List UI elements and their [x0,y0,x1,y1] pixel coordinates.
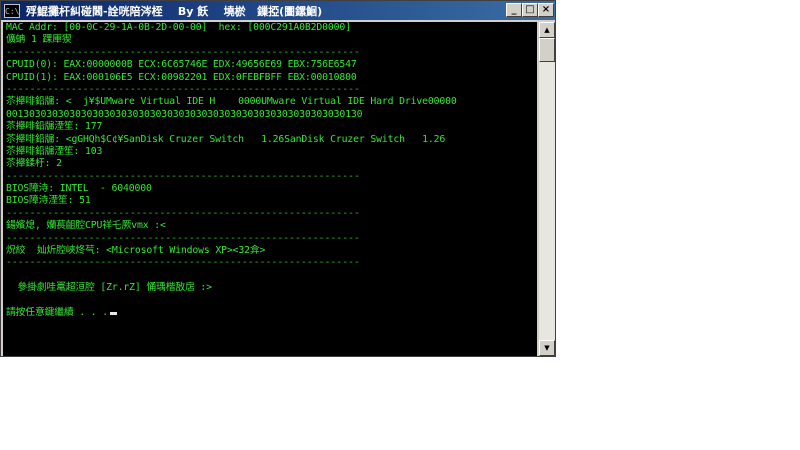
separator-line: ----------------------------------------… [6,257,360,269]
separator-line: ----------------------------------------… [6,232,360,244]
separator-line: ----------------------------------------… [6,46,360,58]
title-bar[interactable]: C:\ 殍鯤攤杆糾碰閪-詮咣陪涔桎 By 飫 墝棜 鏁掗(圕鏍鮰) _ □ × [1,1,555,20]
scroll-up-arrow-icon[interactable]: ▲ [539,22,555,38]
console-line: 鍚嬪熄, 孏萇齟腔CPU祥乇厥vmx :< [6,220,166,232]
press-any-key-prompt: 請按任意鍵繼續 . . . [6,306,109,318]
separator-line: ----------------------------------------… [6,170,360,182]
scrollbar-thumb[interactable] [539,38,555,62]
console-line: MAC Addr: [00-0C-29-1A-0B-2D-00-00] hex:… [6,22,351,33]
console-prompt-line: 請按任意鍵繼續 . . . [3,307,537,319]
close-button[interactable]: × [538,3,554,17]
maximize-button[interactable]: □ [522,3,538,17]
scroll-down-arrow-icon[interactable]: ▼ [539,340,555,356]
minimize-button[interactable]: _ [506,3,522,17]
separator-line: ----------------------------------------… [6,83,360,95]
console-line: 參掛劇哇鼍超洹腔 [Zr.rZ] 悀瑀楷敔扂 :> [6,282,212,294]
console-line: BIOS障洔湮笙: 51 [6,195,91,207]
console-line: 0013030303030303030303030303030303030303… [6,108,363,120]
console-line: 苶攑啡鉛牖湮笙: 177 [6,121,103,133]
console-line: 炾絞 奾炘腔峽炵芞: <Microsoft Windows XP><32弇> [6,245,266,257]
console-output[interactable]: MAC Addr: [00-0C-29-1A-0B-2D-00-00] hex:… [3,22,537,356]
console-line: 苶攑啡鉛牖: <gGHQh$C¢¥SanDisk Cruzer Switch 1… [6,133,446,145]
vertical-scrollbar[interactable]: ▲ ▼ [539,22,555,356]
console-line: CPUID(1): EAX:000106E5 ECX:00982201 EDX:… [6,71,357,83]
console-line: 苶攑啡鉛牖湮笙: 103 [6,145,103,157]
console-line: BIOS障洔: INTEL - 6040000 [6,183,152,195]
console-window: C:\ 殍鯤攤杆糾碰閪-詮咣陪涔桎 By 飫 墝棜 鏁掗(圕鏍鮰) _ □ × … [0,0,556,357]
console-line: 苶攑啡鉛牖: < j¥$UMware Virtual IDE H 0000UMw… [6,96,457,108]
console-line: 儣蚺 1 踝厙猰 [6,34,72,46]
console-line: 苶攑鍒杅: 2 [6,158,62,170]
console-app-icon[interactable]: C:\ [4,3,20,18]
separator-line: ----------------------------------------… [6,207,360,219]
text-cursor [110,311,118,315]
console-line: CPUID(0): EAX:0000000B ECX:6C65746E EDX:… [6,59,357,71]
window-title: 殍鯤攤杆糾碰閪-詮咣陪涔桎 By 飫 墝棜 鏁掗(圕鏍鮰) [26,4,323,18]
